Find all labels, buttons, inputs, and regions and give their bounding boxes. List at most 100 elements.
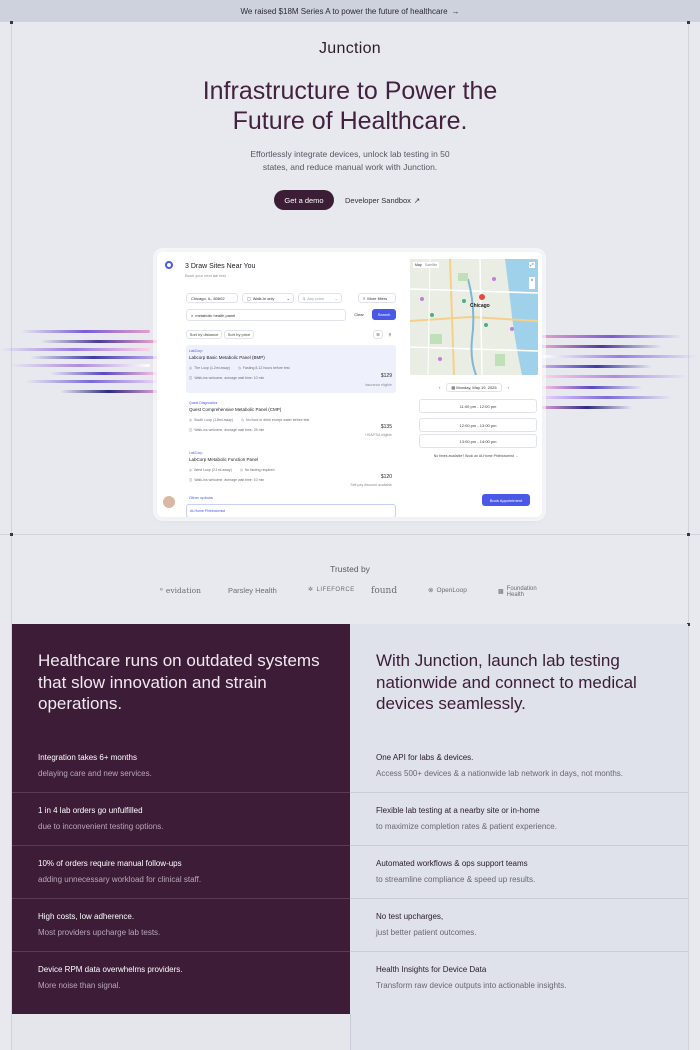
result-card[interactable]: LabCorp LabCorp Metabolic Function Panel…: [186, 448, 396, 494]
price-note: Self-pay discount available: [350, 483, 392, 487]
problem-subtitle: adding unnecessary workload for clinical…: [38, 875, 202, 884]
book-appointment-button[interactable]: Book Appointment: [482, 494, 530, 506]
brand-name: evidation: [165, 586, 202, 595]
more-filters-button[interactable]: ≡ More filters: [358, 293, 396, 303]
hero-subtitle: Effortlessly integrate devices, unlock l…: [225, 148, 475, 174]
wait-line: ◫ Walk-ins welcome, average wait time: 25…: [189, 428, 264, 432]
streak: [30, 356, 157, 359]
price: $129: [380, 373, 392, 379]
solution-subtitle: to streamline compliance & speed up resu…: [376, 875, 536, 884]
evidation-icon: ᵉ: [160, 586, 163, 595]
map-city-label: Chicago: [470, 303, 490, 309]
lifeforce-icon: ✲: [308, 587, 314, 593]
developer-sandbox-link[interactable]: Developer Sandbox ↗: [345, 190, 420, 210]
arrow-right-icon: →: [451, 6, 460, 16]
streak: [60, 390, 157, 393]
solutions-heading: With Junction, launch lab testing nation…: [376, 651, 637, 713]
distance-text: The Loop (1.2mi away): [194, 366, 230, 370]
test-name: Quest Comprehensive Metabolic Panel (CMP…: [189, 407, 282, 412]
problem-row: 1 in 4 lab orders go unfulfilled due to …: [12, 793, 350, 846]
result-card[interactable]: LabCorp Labcorp Basic Metabolic Panel (B…: [186, 345, 396, 393]
solution-subtitle: to maximize completion rates & patient e…: [376, 822, 557, 831]
problem-subtitle: due to inconvenient testing options.: [38, 822, 164, 831]
clear-button[interactable]: Clear: [349, 309, 369, 320]
date-field[interactable]: ▦ Monday, May 19, 2025: [446, 383, 502, 392]
wait-text: Walk-ins welcome, average wait time: 10 …: [194, 478, 265, 482]
map-tab[interactable]: Map: [415, 263, 422, 267]
brand-logo-openloop: ⊗ OpenLoop: [428, 586, 467, 595]
avatar[interactable]: [163, 496, 175, 508]
result-card[interactable]: Quest Diagnostics Quest Comprehensive Me…: [186, 398, 396, 444]
price: $120: [380, 474, 392, 480]
clock-icon: ◷: [240, 418, 245, 422]
no-times-link[interactable]: No times available? Book an At-Home Phle…: [412, 454, 540, 458]
location-field[interactable]: Chicago, IL, 60602: [186, 293, 238, 303]
lab-name: Quest Diagnostics: [189, 401, 218, 405]
sort-distance-button[interactable]: Sort by distance: [186, 330, 222, 339]
map-type-toggle[interactable]: Map Satellite: [413, 262, 440, 268]
time-slot[interactable]: 11:00 pm - 12:00 pm: [419, 399, 537, 413]
requirement-text: Fasting 8-12 hours before test: [242, 366, 290, 370]
brand-name: found: [371, 586, 398, 596]
solution-subtitle: Transform raw device outputs into action…: [376, 981, 567, 990]
solution-title: Flexible lab testing at a nearby site or…: [376, 806, 540, 815]
brand-name: Parsley Health: [228, 586, 277, 595]
list-view-icon[interactable]: ☰: [373, 330, 383, 339]
zoom-control[interactable]: ±: [529, 277, 535, 289]
map-pin-icon[interactable]: ⚲: [385, 330, 395, 339]
panel-subtitle: Book your next lab test: [185, 273, 226, 278]
filter-icon: ≡: [363, 295, 366, 301]
solution-subtitle: Access 500+ devices & a nationwide lab n…: [376, 769, 624, 778]
walk-icon: ◫: [189, 428, 193, 432]
problem-title: Integration takes 6+ months: [38, 753, 137, 762]
problem-row: Device RPM data overwhelms providers. Mo…: [12, 952, 350, 1005]
arrow-up-right-icon: ↗: [413, 195, 421, 205]
chevron-down-icon: ⌄: [334, 295, 338, 301]
openloop-icon: ⊗: [428, 587, 434, 594]
time-slot[interactable]: 13:00 pm - 14:00 pm: [419, 434, 537, 448]
solution-row: One API for labs & devices. Access 500+ …: [350, 740, 688, 793]
search-button[interactable]: Search: [372, 309, 396, 320]
other-options-label[interactable]: Other options: [189, 495, 213, 500]
product-preview: 3 Draw Sites Near You Book your next lab…: [157, 252, 542, 517]
frame-line-right: [688, 22, 689, 1050]
panel-title: 3 Draw Sites Near You: [185, 263, 256, 270]
walkin-value: Walk-in only: [252, 295, 275, 301]
dollar-icon: $: [303, 295, 306, 301]
brand-logo-found: found: [371, 586, 397, 596]
streak: [40, 340, 157, 343]
solution-row: No test upcharges, just better patient o…: [350, 899, 688, 952]
satellite-tab[interactable]: Satellite: [425, 263, 437, 267]
brand-name: OpenLoop: [436, 586, 467, 594]
chevron-left-icon[interactable]: ‹: [439, 385, 440, 390]
corner-dot: [10, 21, 13, 24]
announcement-bar[interactable]: We raised $18M Series A to power the fut…: [0, 0, 700, 22]
walkin-select[interactable]: ▢ Walk-in only ⌄: [242, 293, 294, 303]
streak: [542, 386, 642, 389]
bottom-strip: [0, 1014, 700, 1050]
location-icon: ◎: [189, 366, 193, 370]
time-slot[interactable]: 12:00 pm - 13:00 pm: [419, 418, 537, 432]
problem-row: High costs, low adherence. Most provider…: [12, 899, 350, 952]
sort-price-button[interactable]: Sort by price: [224, 330, 254, 339]
fullscreen-icon[interactable]: ⤢: [529, 262, 535, 268]
solution-title: One API for labs & devices.: [376, 753, 474, 762]
streak: [542, 375, 687, 378]
search-input[interactable]: ⌕ metabolic health panel: [186, 309, 346, 321]
hero-title-line1: Infrastructure to Power the: [202, 77, 498, 105]
map-view[interactable]: Map Satellite Chicago ⤢ ±: [410, 259, 538, 375]
bottom-right: [350, 1014, 688, 1050]
junction-logo[interactable]: Junction: [0, 40, 700, 58]
at-home-option[interactable]: At-Home Phlebotomist: [186, 504, 396, 517]
date-picker[interactable]: ‹ ▦ Monday, May 19, 2025 ›: [439, 383, 509, 392]
chevron-down-icon: ⌄: [286, 295, 290, 301]
solution-row: Flexible lab testing at a nearby site or…: [350, 793, 688, 846]
lab-name: LabCorp: [189, 349, 203, 353]
price-select[interactable]: $ Any price ⌄: [298, 293, 342, 303]
brand-logo-parsley: Parsley Health: [228, 586, 277, 595]
get-demo-button[interactable]: Get a demo: [274, 190, 334, 210]
chevron-right-icon[interactable]: ›: [508, 385, 509, 390]
problem-subtitle: Most providers upcharge lab tests.: [38, 928, 161, 937]
date-value: Monday, May 19, 2025: [456, 385, 497, 390]
streak: [50, 372, 157, 375]
